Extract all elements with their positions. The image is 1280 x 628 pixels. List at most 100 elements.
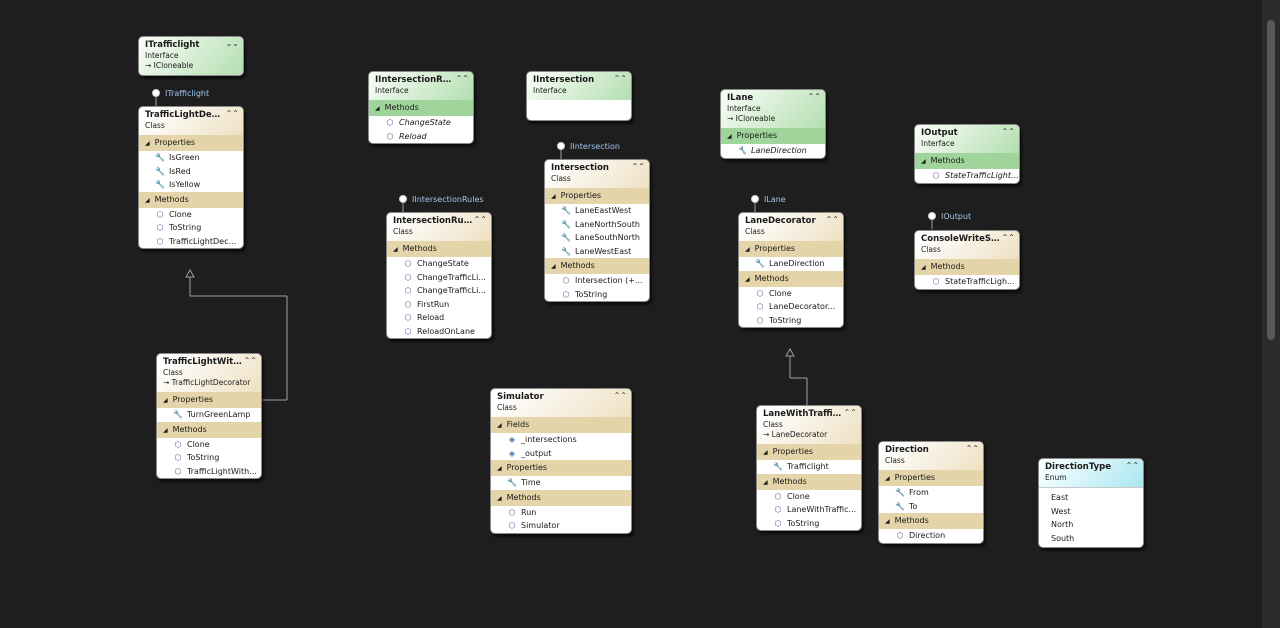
section-collapse-triangle-icon[interactable]: ◢ <box>145 197 150 204</box>
section-header-methods[interactable]: ◢ Methods <box>915 153 1019 169</box>
section-header-methods[interactable]: ◢ Methods <box>369 100 473 116</box>
class-box-ilane[interactable]: ILane Interface → ICloneable ⌃⌃ ◢ Properties 🔧… <box>720 89 826 159</box>
member-row[interactable]: ⬡ StateTrafficLigh... <box>915 275 1019 289</box>
member-row[interactable]: ◈ _output <box>491 447 631 461</box>
section-collapse-triangle-icon[interactable]: ◢ <box>163 427 168 434</box>
member-row[interactable]: ⬡ ToString <box>139 221 243 235</box>
collapse-chevron-icon[interactable]: ⌃⌃ <box>614 74 627 83</box>
class-box-iintersection[interactable]: IIntersection Interface ⌃⌃ <box>526 71 632 121</box>
member-row[interactable]: ⬡ Clone <box>757 490 861 504</box>
section-collapse-triangle-icon[interactable]: ◢ <box>163 397 168 404</box>
collapse-chevron-icon[interactable]: ⌃⌃ <box>1002 127 1015 136</box>
collapse-chevron-icon[interactable]: ⌃⌃ <box>226 109 239 118</box>
section-header-properties[interactable]: ◢ Properties <box>157 392 261 408</box>
section-header-properties[interactable]: ◢ Properties <box>739 241 843 257</box>
section-collapse-triangle-icon[interactable]: ◢ <box>551 193 556 200</box>
class-box-itrafficlight[interactable]: ITrafficlight Interface → ICloneable ⌄⌄ <box>138 36 244 76</box>
collapse-chevron-icon[interactable]: ⌃⌃ <box>244 356 257 365</box>
section-header-properties[interactable]: ◢ Properties <box>879 470 983 486</box>
section-header-fields[interactable]: ◢ Fields <box>491 417 631 433</box>
section-collapse-triangle-icon[interactable]: ◢ <box>763 479 768 486</box>
class-diagram-canvas[interactable]: ITrafficlight Interface → ICloneable ⌄⌄ Traf… <box>0 0 1280 628</box>
class-box-consolewritest[interactable]: ConsoleWriteSt... Class ⌃⌃ ◢ Methods ⬡ StateTr… <box>914 230 1020 290</box>
section-collapse-triangle-icon[interactable]: ◢ <box>921 264 926 271</box>
collapse-chevron-icon[interactable]: ⌃⌃ <box>474 215 487 224</box>
member-row[interactable]: ⬡ FirstRun <box>387 298 491 312</box>
member-row[interactable]: 🔧 LaneDirection <box>739 257 843 271</box>
collapse-chevron-icon[interactable]: ⌃⌃ <box>1126 461 1139 470</box>
member-row[interactable]: ⬡ Clone <box>139 208 243 222</box>
member-row[interactable]: ⬡ ToString <box>157 451 261 465</box>
class-box-directiontype[interactable]: DirectionType Enum ⌃⌃ East West North South <box>1038 458 1144 548</box>
collapse-chevron-icon[interactable]: ⌃⌃ <box>1002 233 1015 242</box>
class-box-ioutput[interactable]: IOutput Interface ⌃⌃ ◢ Methods ⬡ StateTrafficL… <box>914 124 1020 184</box>
member-row[interactable]: ⬡ ReloadOnLane <box>387 325 491 339</box>
member-row[interactable]: ⬡ Clone <box>157 438 261 452</box>
enum-value[interactable]: West <box>1039 505 1143 519</box>
enum-value[interactable]: North <box>1039 518 1143 532</box>
section-collapse-triangle-icon[interactable]: ◢ <box>145 140 150 147</box>
class-box-lanewithtraffic[interactable]: LaneWithTraffic... Class → LaneDecorator ⌃⌃… <box>756 405 862 531</box>
section-collapse-triangle-icon[interactable]: ◢ <box>375 105 380 112</box>
member-row[interactable]: 🔧 To <box>879 500 983 514</box>
member-row[interactable]: ⬡ Direction <box>879 529 983 543</box>
member-row[interactable]: 🔧 LaneWestEast <box>545 245 649 259</box>
class-box-lanedecorator[interactable]: LaneDecorator Class ⌃⌃ ◢ Properties 🔧 LaneDire… <box>738 212 844 328</box>
enum-value[interactable]: East <box>1039 491 1143 505</box>
section-collapse-triangle-icon[interactable]: ◢ <box>885 518 890 525</box>
section-collapse-triangle-icon[interactable]: ◢ <box>393 246 398 253</box>
member-row[interactable]: 🔧 TurnGreenLamp <box>157 408 261 422</box>
section-header-properties[interactable]: ◢ Properties <box>721 128 825 144</box>
section-header-methods[interactable]: ◢ Methods <box>739 270 843 287</box>
collapse-chevron-icon[interactable]: ⌄⌄ <box>226 39 239 48</box>
section-collapse-triangle-icon[interactable]: ◢ <box>497 422 502 429</box>
collapse-chevron-icon[interactable]: ⌃⌃ <box>456 74 469 83</box>
class-box-trafficlightwith[interactable]: TrafficLightWith... Class → TrafficLightDe… <box>156 353 262 479</box>
vertical-scrollbar[interactable] <box>1262 0 1280 628</box>
section-header-properties[interactable]: ◢ Properties <box>491 460 631 476</box>
member-row[interactable]: ⬡ ChangeState <box>369 116 473 130</box>
section-collapse-triangle-icon[interactable]: ◢ <box>497 495 502 502</box>
member-row[interactable]: 🔧 IsRed <box>139 165 243 179</box>
member-row[interactable]: ⬡ Run <box>491 506 631 520</box>
member-row[interactable]: 🔧 IsYellow <box>139 178 243 192</box>
member-row[interactable]: ⬡ Clone <box>739 287 843 301</box>
section-header-methods[interactable]: ◢ Methods <box>387 241 491 257</box>
section-collapse-triangle-icon[interactable]: ◢ <box>745 246 750 253</box>
enum-value[interactable]: South <box>1039 532 1143 546</box>
scrollbar-thumb[interactable] <box>1267 20 1275 340</box>
section-collapse-triangle-icon[interactable]: ◢ <box>745 276 750 283</box>
section-collapse-triangle-icon[interactable]: ◢ <box>727 133 732 140</box>
member-row[interactable]: ⬡ ToString <box>739 314 843 328</box>
member-row[interactable]: 🔧 LaneDirection <box>721 144 825 158</box>
member-row[interactable]: ⬡ TrafficLightDec... <box>139 235 243 249</box>
collapse-chevron-icon[interactable]: ⌃⌃ <box>632 162 645 171</box>
section-header-methods[interactable]: ◢ Methods <box>157 421 261 438</box>
section-header-methods[interactable]: ◢ Methods <box>915 259 1019 275</box>
class-box-trafficlightdecorator[interactable]: TrafficLightDec... Class ⌃⌃ ◢ Properties 🔧 IsG… <box>138 106 244 249</box>
section-header-properties[interactable]: ◢ Properties <box>545 188 649 204</box>
member-row[interactable]: 🔧 Trafficlight <box>757 460 861 474</box>
section-collapse-triangle-icon[interactable]: ◢ <box>885 475 890 482</box>
member-row[interactable]: ⬡ ChangeState <box>387 257 491 271</box>
section-collapse-triangle-icon[interactable]: ◢ <box>763 449 768 456</box>
section-header-methods[interactable]: ◢ Methods <box>879 513 983 529</box>
member-row[interactable]: ⬡ LaneDecorator... <box>739 300 843 314</box>
member-row[interactable]: 🔧 Time <box>491 476 631 490</box>
member-row[interactable]: 🔧 IsGreen <box>139 151 243 165</box>
class-box-intersection[interactable]: Intersection Class ⌃⌃ ◢ Properties 🔧 LaneEastW… <box>544 159 650 302</box>
member-row[interactable]: ⬡ StateTrafficLightO... <box>915 169 1020 183</box>
member-row[interactable]: ⬡ Reload <box>369 130 473 144</box>
member-row[interactable]: ⬡ Intersection (+... <box>545 274 649 288</box>
class-box-iintersectionrules[interactable]: IIntersectionRules Interface ⌃⌃ ◢ Methods ⬡ Ch… <box>368 71 474 144</box>
class-box-intersectionrules[interactable]: IntersectionRules Class ⌃⌃ ◢ Methods ⬡ ChangeS… <box>386 212 492 339</box>
class-box-direction[interactable]: Direction Class ⌃⌃ ◢ Properties 🔧 From 🔧 To ◢ Meth… <box>878 441 984 544</box>
member-row[interactable]: ⬡ TrafficLightWith... <box>157 465 261 479</box>
section-header-properties[interactable]: ◢ Properties <box>757 444 861 460</box>
member-row[interactable]: ⬡ Reload <box>387 311 491 325</box>
member-row[interactable]: 🔧 From <box>879 486 983 500</box>
member-row[interactable]: 🔧 LaneNorthSouth <box>545 218 649 232</box>
member-row[interactable]: ⬡ ChangeTrafficLi... <box>387 284 491 298</box>
collapse-chevron-icon[interactable]: ⌃⌃ <box>614 391 627 400</box>
member-row[interactable]: ◈ _intersections <box>491 433 631 447</box>
